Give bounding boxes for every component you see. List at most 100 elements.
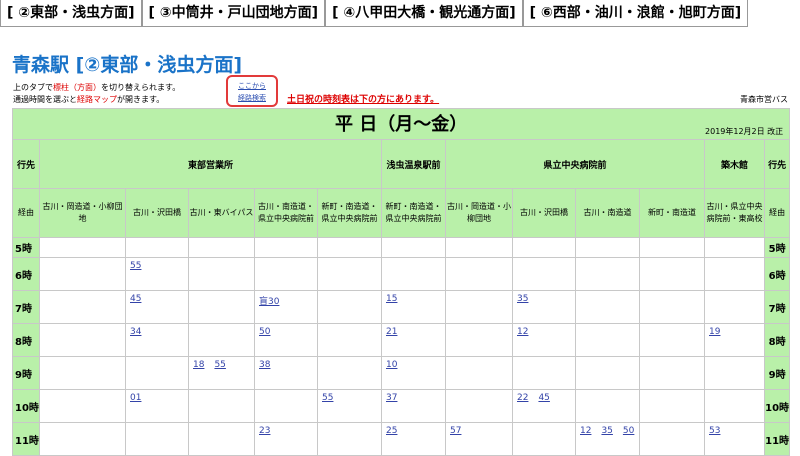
- hint-text: を切り替えられます。: [101, 83, 181, 92]
- time-cell: [317, 422, 382, 456]
- day-title: 平 日（月～金）: [334, 114, 468, 135]
- time-cell: 01: [125, 389, 189, 423]
- departure-minute-link[interactable]: 21: [386, 327, 397, 337]
- departure-minute-link[interactable]: 35: [601, 426, 612, 436]
- tab-direction-2[interactable]: [ ③中筒井・戸山団地方面]: [141, 0, 326, 27]
- departure-minute-link[interactable]: 34: [130, 327, 141, 337]
- hour-label: 6時: [12, 257, 40, 291]
- departure-minute-link[interactable]: 53: [709, 426, 720, 436]
- time-cell: [39, 290, 126, 324]
- departure-minute-link[interactable]: 38: [259, 360, 270, 370]
- departure-minute-link[interactable]: 15: [386, 294, 397, 304]
- time-cell: [639, 257, 705, 291]
- time-cell: [704, 389, 765, 423]
- hour-label: 9時: [12, 356, 40, 390]
- destination-header: 築木館: [704, 139, 765, 189]
- time-cell: [445, 257, 513, 291]
- time-cell: [445, 389, 513, 423]
- holiday-note-link[interactable]: 土日祝の時刻表は下の方にあります。: [287, 92, 439, 105]
- hour-label-right: 7時: [763, 290, 791, 324]
- page-title: 青森駅 [②東部・浅虫方面]: [12, 54, 243, 76]
- hour-label-right: 11時: [763, 422, 791, 456]
- departure-minute-link[interactable]: 50: [623, 426, 634, 436]
- departure-minute-link[interactable]: 57: [450, 426, 461, 436]
- dest-label: 行先: [12, 139, 40, 189]
- time-cell: [125, 356, 189, 390]
- departure-minute-link[interactable]: 18: [193, 360, 204, 370]
- time-cell: [39, 323, 126, 357]
- departure-minute-link[interactable]: 01: [130, 393, 141, 403]
- time-cell: [39, 422, 126, 456]
- tab-direction-1[interactable]: [ ②東部・浅虫方面]: [0, 0, 142, 27]
- departure-minute-link[interactable]: 10: [386, 360, 397, 370]
- time-cell: 12: [512, 323, 576, 357]
- time-cell: [445, 290, 513, 324]
- departure-minute-link[interactable]: 盲30: [259, 297, 279, 307]
- day-header: 平 日（月～金） 2019年12月2日 改正: [11, 108, 791, 140]
- departure-minute-link[interactable]: 12: [517, 327, 528, 337]
- departure-minute-link[interactable]: 45: [538, 393, 549, 403]
- via-header: 新町・南造道: [639, 188, 705, 238]
- departure-minute-link[interactable]: 50: [259, 327, 270, 337]
- time-cell: 50: [254, 323, 318, 357]
- time-cell: [39, 237, 126, 258]
- time-cell: [445, 356, 513, 390]
- via-header: 新町・南造道・県立中央病院前: [381, 188, 446, 238]
- time-cell: [575, 389, 640, 423]
- hour-label-right: 9時: [763, 356, 791, 390]
- tab-direction-4[interactable]: [ ⑥西部・油川・浪館・旭町方面]: [522, 0, 749, 27]
- via-header: 古川・東バイパス: [188, 188, 255, 238]
- via-header: 新町・南造道・県立中央病院前: [317, 188, 382, 238]
- departure-minute-link[interactable]: 25: [386, 426, 397, 436]
- via-header: 古川・県立中央病院前・東高校: [704, 188, 765, 238]
- tab-direction-3[interactable]: [ ④八甲田大橋・観光通方面]: [325, 0, 523, 27]
- route-search-line1[interactable]: ここから: [228, 80, 276, 92]
- departure-minute-link[interactable]: 45: [130, 294, 141, 304]
- via-header: 古川・南造道: [575, 188, 640, 238]
- time-cell: [445, 237, 513, 258]
- hour-row: 6時 55 6時: [12, 257, 791, 291]
- departure-minute-link[interactable]: 55: [322, 393, 333, 403]
- hint-highlight: 経路マップ: [77, 95, 117, 104]
- time-cell: 盲30: [254, 290, 318, 324]
- hour-label: 11時: [12, 422, 40, 456]
- hint-tabs: 上のタブで標柱（方面）を切り替えられます。: [13, 82, 180, 93]
- departure-minute-link[interactable]: 23: [259, 426, 270, 436]
- time-cell: [512, 422, 576, 456]
- time-cell: [125, 237, 189, 258]
- departure-minute-link[interactable]: 19: [709, 327, 720, 337]
- time-cell: 37: [381, 389, 446, 423]
- departure-minute-link[interactable]: 35: [517, 294, 528, 304]
- destination-header: 浅虫温泉駅前: [381, 139, 446, 189]
- departure-minute-link[interactable]: 12: [580, 426, 591, 436]
- hint-text: が開きます。: [117, 95, 165, 104]
- time-cell: [188, 422, 255, 456]
- departure-minute-link[interactable]: 55: [130, 261, 141, 271]
- departure-minute-link[interactable]: 55: [214, 360, 225, 370]
- time-cell: [317, 237, 382, 258]
- time-cell: [575, 356, 640, 390]
- time-cell: [704, 356, 765, 390]
- time-cell: 10: [381, 356, 446, 390]
- hour-label: 8時: [12, 323, 40, 357]
- time-cell: [125, 422, 189, 456]
- time-cell: [317, 290, 382, 324]
- time-cell: [317, 257, 382, 291]
- time-cell: [575, 237, 640, 258]
- departure-minute-link[interactable]: 37: [386, 393, 397, 403]
- time-cell: 45: [125, 290, 189, 324]
- hour-label: 7時: [12, 290, 40, 324]
- time-cell: [188, 257, 255, 291]
- departure-minute-link[interactable]: 22: [517, 393, 528, 403]
- direction-tabs: [ ②東部・浅虫方面][ ③中筒井・戸山団地方面][ ④八甲田大橋・観光通方面]…: [0, 0, 800, 28]
- via-header: 古川・岡造道・小柳団地: [445, 188, 513, 238]
- hour-row: 5時 5時: [12, 237, 791, 258]
- hour-label-right: 8時: [763, 323, 791, 357]
- hour-row: 9時 18 55 38 10 9時: [12, 356, 791, 390]
- via-label-right: 経由: [763, 188, 791, 238]
- time-cell: [639, 389, 705, 423]
- time-cell: [704, 290, 765, 324]
- time-cell: [575, 257, 640, 291]
- route-search-link[interactable]: ここから 経路検索: [226, 75, 278, 107]
- route-search-line2[interactable]: 経路検索: [228, 92, 276, 104]
